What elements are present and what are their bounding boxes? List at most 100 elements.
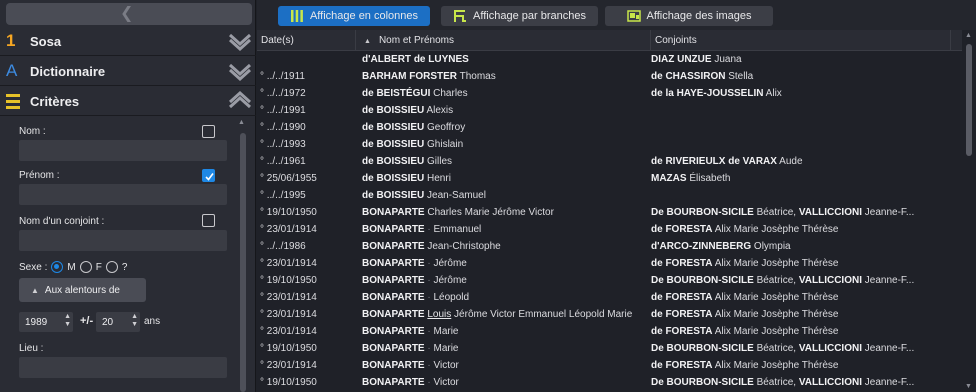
prenom-label: Prénom :: [19, 170, 60, 181]
view-branches-button[interactable]: Affichage par branches: [441, 6, 598, 26]
nom-input[interactable]: [19, 140, 227, 161]
spouse-part: de CHASSIRON: [651, 71, 726, 82]
cell-conjoints: de la HAYE-JOUSSELIN Alix: [651, 85, 951, 102]
spouse-part: De BOURBON-SICILE: [651, 377, 754, 388]
cell-name: BONAPARTE · Jérôme: [362, 255, 652, 272]
spouse-part: Juana: [711, 54, 742, 65]
criteria-form: Nom : Prénom : Nom d'un conjoint : Sexe …: [6, 117, 250, 392]
scroll-down-icon[interactable]: ▼: [965, 383, 972, 390]
table-row[interactable]: ° 23/01/1914 BONAPARTE · Léopold de FOREST…: [257, 289, 962, 306]
name-part: Jérôme: [433, 275, 467, 286]
table-row[interactable]: ° 23/01/1914 BONAPARTE · Victor de FORESTA…: [257, 357, 962, 374]
back-button[interactable]: ❮: [6, 3, 252, 25]
column-header-date[interactable]: Date(s): [257, 30, 356, 51]
spouse-part: Alix Marie Josèphe Thérèse: [712, 224, 839, 235]
list-icon: [6, 94, 20, 109]
dictionary-icon: A: [6, 61, 18, 80]
table-row[interactable]: ° ../../1972 de BEISTÉGUI Charles de la HA…: [257, 85, 962, 102]
accordion-dictionnaire[interactable]: A Dictionnaire: [0, 57, 256, 86]
scrollbar-thumb[interactable]: [240, 133, 246, 392]
spinner-arrows-icon[interactable]: ▲ ▼: [64, 313, 71, 329]
scroll-up-icon[interactable]: ▲: [965, 32, 972, 39]
table-row[interactable]: ° 19/10/1950 BONAPARTE · Marie De BOURBON-…: [257, 340, 962, 357]
scroll-up-icon[interactable]: ▲: [238, 119, 245, 126]
accordion-criteres[interactable]: Critères: [0, 87, 256, 116]
spouse-part: de FORESTA: [651, 292, 713, 303]
table-row[interactable]: ° ../../1911 BARHAM FORSTER Thomas de CHAS…: [257, 68, 962, 85]
sexe-m-radio[interactable]: [51, 261, 64, 273]
table-scrollbar[interactable]: ▲ ▼: [962, 30, 976, 392]
sexe-f-label: F: [95, 261, 102, 273]
criteria-scrollbar[interactable]: ▲: [238, 119, 248, 392]
table-row[interactable]: ° 19/10/1950 BONAPARTE Charles Marie Jérô…: [257, 204, 962, 221]
chevron-up-icon[interactable]: [228, 91, 252, 111]
range-spinner[interactable]: 20 ▲ ▼: [96, 312, 140, 332]
spouse-part: Jeanne-F...: [861, 275, 915, 286]
table-row[interactable]: ° 23/01/1914 BONAPARTE · Jérôme de FORESTA…: [257, 255, 962, 272]
accordion-sosa[interactable]: 1 Sosa: [0, 27, 256, 56]
spouse-part: de FORESTA: [651, 326, 713, 337]
name-part: de BOISSIEU: [362, 156, 425, 167]
sexe-unknown-radio[interactable]: [105, 261, 118, 273]
view-images-button[interactable]: Affichage des images: [605, 6, 773, 26]
cell-name: de BOISSIEU Geoffroy: [362, 119, 652, 136]
spouse-part: de FORESTA: [651, 309, 713, 320]
cell-name: de BOISSIEU Jean-Samuel: [362, 187, 652, 204]
spinner-arrows-icon[interactable]: ▲ ▼: [131, 313, 138, 329]
spouse-part: MAZAS: [651, 173, 687, 184]
name-part: BONAPARTE: [362, 292, 425, 303]
lieu-input[interactable]: [19, 357, 227, 378]
name-part: Henri: [424, 173, 451, 184]
conjoint-input[interactable]: [19, 230, 227, 251]
accordion-dictionnaire-label: Dictionnaire: [30, 64, 106, 79]
scrollbar-thumb[interactable]: [966, 44, 972, 156]
spouse-part: Béatrice,: [753, 377, 799, 388]
table-row[interactable]: ° ../../1995 de BOISSIEU Jean-Samuel: [257, 187, 962, 204]
cell-date: ° 19/10/1950: [260, 343, 317, 354]
table-row[interactable]: ° 19/10/1950 BONAPARTE · Victor De BOURBON…: [257, 374, 962, 391]
column-header-name[interactable]: ▲ Nom et Prénoms: [356, 30, 651, 51]
sexe-f-radio[interactable]: [79, 261, 92, 273]
table-row[interactable]: ° ../../1986 BONAPARTE Jean-Christophe d'A…: [257, 238, 962, 255]
table-row[interactable]: ° 23/01/1914 BONAPARTE · Emmanuel de FORES…: [257, 221, 962, 238]
spouse-part: Jeanne-F...: [861, 343, 915, 354]
spouse-part: Jeanne-F...: [861, 377, 915, 388]
name-part: BONAPARTE: [362, 343, 425, 354]
table-row[interactable]: ° ../../1990 de BOISSIEU Geoffroy: [257, 119, 962, 136]
cell-conjoints: de FORESTA Alix Marie Josèphe Thérèse: [651, 323, 951, 340]
around-date-button[interactable]: ▲ Aux alentours de: [19, 278, 146, 302]
nom-label: Nom :: [19, 126, 46, 137]
spouse-part: Aude: [776, 156, 803, 167]
table-row[interactable]: ° 25/06/1955 de BOISSIEU Henri MAZAS Élisa…: [257, 170, 962, 187]
cell-name: BONAPARTE · Marie: [362, 340, 652, 357]
view-columns-button[interactable]: Affichage en colonnes: [278, 6, 430, 26]
people-table: Date(s) ▲ Nom et Prénoms Conjoints d'ALBE…: [257, 30, 962, 392]
chevron-down-icon[interactable]: [228, 31, 252, 51]
table-row[interactable]: ° 23/01/1914 BONAPARTE Louis Jérôme Victo…: [257, 306, 962, 323]
view-columns-label: Affichage en colonnes: [309, 10, 419, 22]
cell-name: BONAPARTE Charles Marie Jérôme Victor: [362, 204, 652, 221]
name-part: de BEISTÉGUI: [362, 88, 431, 99]
chevron-left-icon: ❮: [120, 5, 134, 22]
prenom-input[interactable]: [19, 184, 227, 205]
table-row[interactable]: ° ../../1993 de BOISSIEU Ghislain: [257, 136, 962, 153]
cell-name: de BOISSIEU Henri: [362, 170, 652, 187]
table-row[interactable]: ° 19/10/1950 BONAPARTE · Jérôme De BOURBON…: [257, 272, 962, 289]
lieu-label: Lieu :: [19, 343, 44, 354]
prenom-checkbox[interactable]: [202, 169, 215, 182]
column-header-date-label: Date(s): [261, 35, 294, 46]
table-row[interactable]: ° ../../1991 de BOISSIEU Alexis: [257, 102, 962, 119]
name-part: Léopold: [433, 292, 470, 303]
spouse-part: Béatrice,: [753, 343, 799, 354]
nom-checkbox[interactable]: [202, 125, 215, 138]
table-row[interactable]: ° 23/01/1914 BONAPARTE · Marie de FORESTA …: [257, 323, 962, 340]
column-header-conjoints[interactable]: Conjoints: [651, 30, 951, 51]
cell-date: ° 23/01/1914: [260, 326, 317, 337]
conjoint-checkbox[interactable]: [202, 214, 215, 227]
table-row[interactable]: d'ALBERT de LUYNES DIAZ UNZUE Juana: [257, 51, 962, 68]
cell-name: BONAPARTE · Emmanuel: [362, 221, 652, 238]
name-part: Alexis: [424, 105, 454, 116]
chevron-down-icon[interactable]: [228, 61, 252, 81]
year-spinner[interactable]: 1989 ▲ ▼: [19, 312, 73, 332]
table-row[interactable]: ° ../../1961 de BOISSIEU Gilles de RIVERIE…: [257, 153, 962, 170]
